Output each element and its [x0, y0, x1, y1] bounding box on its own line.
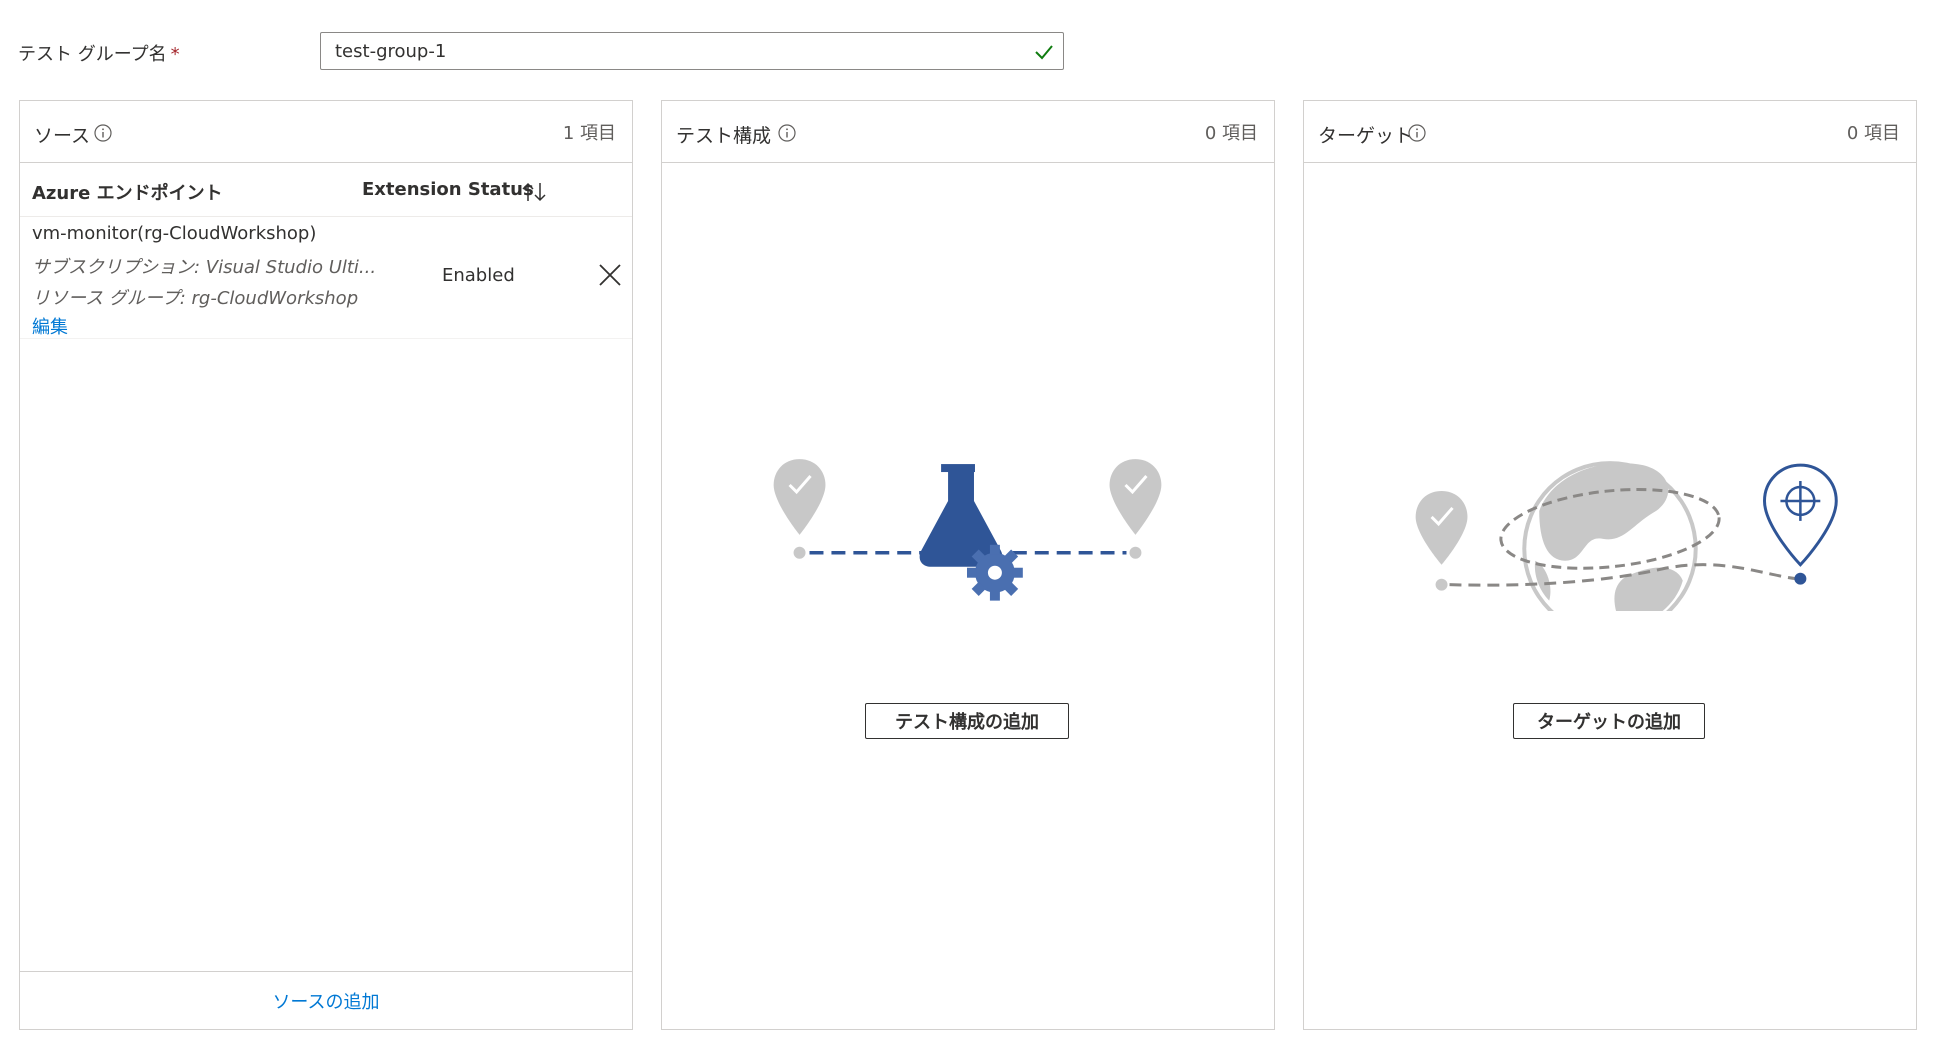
edit-source-link[interactable]: 編集 — [32, 313, 68, 339]
test-group-name-label-text: テスト グループ名 — [18, 44, 167, 65]
table-row: vm-monitor(rg-CloudWorkshop) サブスクリプション: … — [20, 217, 632, 339]
location-pin-check-icon — [1109, 459, 1162, 559]
test-config-count: 0 項目 — [1204, 123, 1258, 144]
target-panel: ターゲット 0 項目 ターゲットの追加 — [1303, 100, 1917, 1030]
source-panel-footer: ソースの追加 — [20, 971, 632, 1029]
close-icon[interactable] — [596, 261, 624, 289]
source-panel: ソース 1 項目 Azure エンドポイント Extension Status … — [19, 100, 633, 1030]
test-config-panel-title: テスト構成 — [676, 125, 772, 147]
required-marker: * — [170, 44, 180, 65]
location-pin-check-icon — [1415, 490, 1468, 591]
add-test-config-button[interactable]: テスト構成の追加 — [865, 703, 1069, 739]
info-icon[interactable] — [777, 123, 797, 143]
globe-icon — [1522, 461, 1698, 611]
info-icon[interactable] — [93, 123, 113, 143]
source-panel-header: ソース 1 項目 — [20, 101, 632, 163]
location-pin-check-icon — [773, 459, 826, 559]
test-group-name-field[interactable] — [320, 32, 1064, 70]
source-endpoint-name: vm-monitor(rg-CloudWorkshop) — [32, 223, 317, 244]
column-header-extension-status[interactable]: Extension Status — [362, 179, 534, 200]
test-config-panel-header: テスト構成 0 項目 — [662, 101, 1274, 163]
target-panel-header: ターゲット 0 項目 — [1304, 101, 1916, 163]
test-group-name-label: テスト グループ名 * — [18, 40, 180, 66]
add-target-button[interactable]: ターゲットの追加 — [1513, 703, 1705, 739]
info-icon[interactable] — [1407, 123, 1427, 143]
target-panel-title: ターゲット — [1318, 125, 1414, 147]
test-config-panel: テスト構成 0 項目 テスト構成の追加 — [661, 100, 1275, 1030]
column-header-azure-endpoint[interactable]: Azure エンドポイント — [32, 179, 223, 205]
source-resource-group: リソース グループ: rg-CloudWorkshop — [32, 288, 359, 309]
target-count: 0 項目 — [1846, 123, 1900, 144]
source-table-header: Azure エンドポイント Extension Status — [20, 163, 632, 217]
add-source-link[interactable]: ソースの追加 — [20, 988, 632, 1014]
source-subscription: サブスクリプション: Visual Studio Ulti... — [32, 257, 377, 278]
source-count: 1 項目 — [562, 123, 616, 144]
gear-icon — [967, 544, 1023, 601]
location-target-pin-icon — [1762, 463, 1838, 585]
test-group-name-input[interactable] — [333, 33, 1023, 69]
extension-status-value: Enabled — [442, 265, 515, 286]
test-group-name-row: テスト グループ名 * — [18, 32, 1068, 70]
sort-icon[interactable] — [520, 181, 550, 203]
test-config-illustration-icon — [773, 459, 1162, 601]
checkmark-valid-icon — [1035, 45, 1053, 60]
target-illustration-icon — [1415, 461, 1838, 611]
source-panel-title: ソース — [34, 125, 91, 147]
